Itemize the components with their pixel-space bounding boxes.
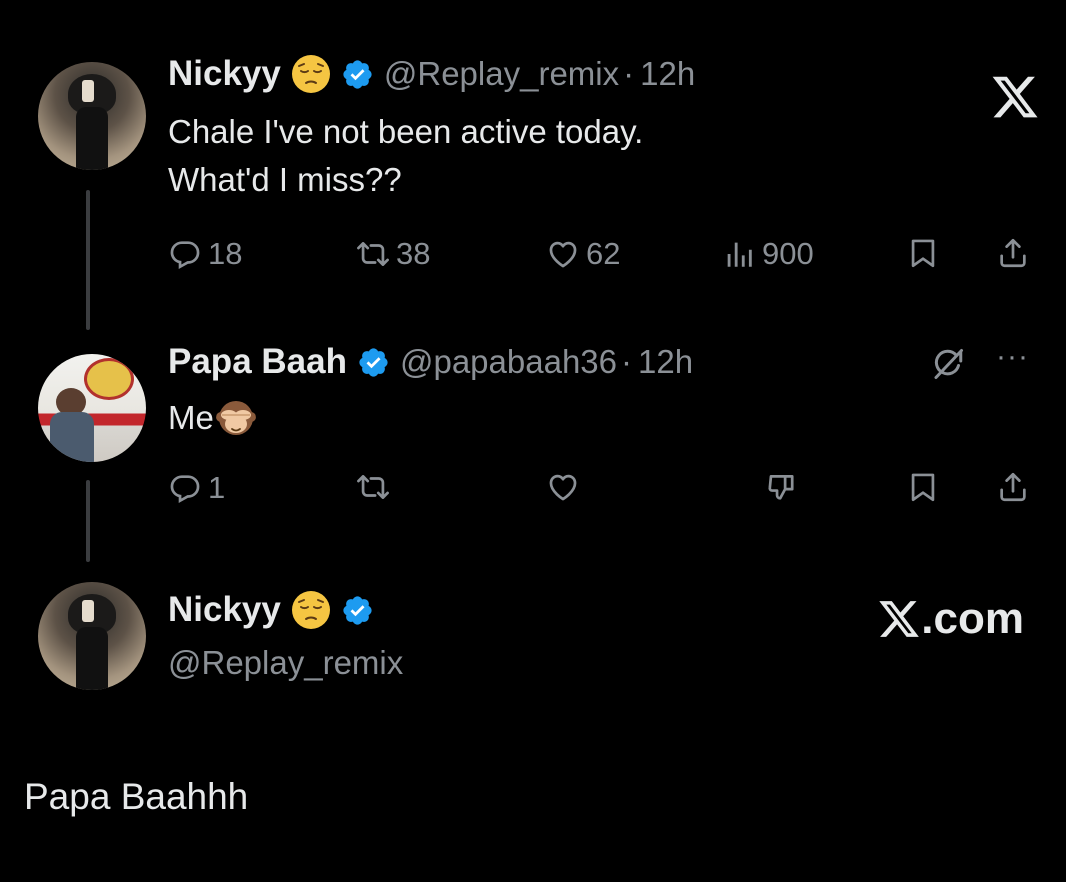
bookmark-button[interactable] xyxy=(906,236,940,270)
separator-dot: · xyxy=(621,343,632,380)
tweet-text: Chale I've not been active today. What'd… xyxy=(168,108,643,204)
timestamp[interactable]: 12h xyxy=(640,55,695,93)
repost-count: 38 xyxy=(396,236,431,271)
verified-badge-icon[interactable] xyxy=(357,346,390,379)
timestamp[interactable]: 12h xyxy=(638,343,693,381)
views-button[interactable]: 900 xyxy=(722,236,814,272)
reply-count: 18 xyxy=(208,236,243,271)
profile-header: Nickyy xyxy=(168,590,374,630)
separator-dot: · xyxy=(623,55,635,92)
pensive-emoji xyxy=(291,590,331,630)
repost-icon xyxy=(356,237,390,271)
display-name[interactable]: Nickyy xyxy=(168,54,281,94)
bookmark-icon xyxy=(906,470,940,504)
downvote-icon xyxy=(766,470,800,504)
views-count: 900 xyxy=(762,236,814,271)
share-icon xyxy=(996,470,1030,504)
avatar[interactable] xyxy=(38,354,146,462)
handle[interactable]: @papabaah36 xyxy=(400,343,617,381)
downvote-button[interactable] xyxy=(766,470,800,504)
reply-button[interactable]: 18 xyxy=(168,236,242,272)
tweet-text: Me xyxy=(168,394,256,442)
repost-icon xyxy=(356,470,390,504)
share-button[interactable] xyxy=(996,236,1030,270)
xcom-link[interactable]: .com xyxy=(877,594,1024,644)
handle[interactable]: @Replay_remix xyxy=(168,644,403,682)
xcom-domain: .com xyxy=(921,594,1024,643)
tweet-text-line: Me xyxy=(168,399,214,436)
tweet-header: Papa Baah @papabaah36 · 12h xyxy=(168,342,693,382)
like-button[interactable]: 62 xyxy=(546,236,620,272)
bookmark-icon xyxy=(906,236,940,270)
thread-line xyxy=(86,480,90,562)
pensive-emoji xyxy=(291,54,331,94)
repost-button[interactable]: 38 xyxy=(356,236,430,272)
reply-icon xyxy=(168,237,202,271)
avatar[interactable] xyxy=(38,582,146,690)
grok-icon[interactable] xyxy=(930,346,966,382)
x-logo-icon[interactable] xyxy=(990,72,1040,122)
like-button[interactable] xyxy=(546,470,580,504)
repost-button[interactable] xyxy=(356,470,390,504)
like-count: 62 xyxy=(586,236,621,271)
see-no-evil-emoji xyxy=(216,398,256,438)
tweet-header: Nickyy @Replay_remix · 12h xyxy=(168,54,695,94)
like-icon xyxy=(546,470,580,504)
more-icon[interactable]: ··· xyxy=(996,340,1029,374)
caption-text: Papa Baahhh xyxy=(24,776,249,817)
handle[interactable]: @Replay_remix xyxy=(384,55,619,93)
share-button[interactable] xyxy=(996,470,1030,504)
thread-line xyxy=(86,190,90,330)
views-icon xyxy=(722,237,756,271)
tweet-text-line: Chale I've not been active today. xyxy=(168,113,644,150)
reply-count: 1 xyxy=(208,470,226,505)
display-name[interactable]: Nickyy xyxy=(168,590,281,630)
verified-badge-icon[interactable] xyxy=(341,58,374,91)
reply-icon xyxy=(168,471,202,505)
like-icon xyxy=(546,237,580,271)
avatar[interactable] xyxy=(38,62,146,170)
display-name[interactable]: Papa Baah xyxy=(168,342,347,382)
reply-button[interactable]: 1 xyxy=(168,470,225,506)
tweet-text-line: What'd I miss?? xyxy=(168,161,402,198)
bookmark-button[interactable] xyxy=(906,470,940,504)
x-logo-icon xyxy=(877,597,921,641)
verified-badge-icon[interactable] xyxy=(341,594,374,627)
share-icon xyxy=(996,236,1030,270)
